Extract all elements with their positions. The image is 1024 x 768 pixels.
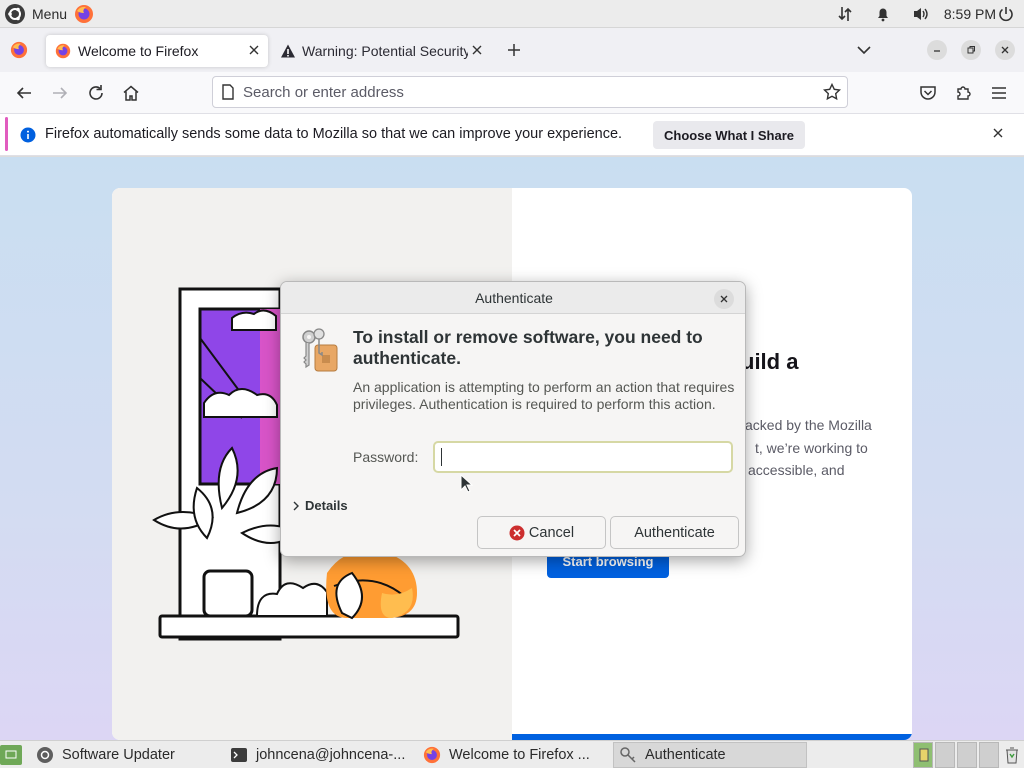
details-expander[interactable]: Details	[291, 498, 348, 513]
info-icon	[20, 127, 36, 143]
cancel-icon	[509, 525, 525, 540]
dialog-header: Authenticate	[281, 282, 745, 314]
taskbar-item-software-updater[interactable]: Software Updater	[36, 742, 222, 768]
workspace-2[interactable]	[935, 742, 955, 768]
volume-icon[interactable]	[910, 6, 932, 22]
back-button[interactable]	[12, 81, 36, 105]
taskbar-item-firefox[interactable]: Welcome to Firefox ...	[423, 742, 609, 768]
close-tab-icon[interactable]	[248, 44, 260, 56]
minimize-icon[interactable]	[927, 40, 947, 60]
authenticate-dialog: Authenticate To install or remove softwa…	[280, 281, 746, 557]
welcome-body-line: accessible, and	[748, 462, 845, 478]
taskbar-item-terminal[interactable]: johncena@johncena-...	[230, 742, 416, 768]
show-desktop-icon[interactable]	[0, 745, 22, 765]
clock[interactable]: 8:59 PM	[944, 6, 996, 22]
firefox-view-icon[interactable]	[10, 41, 28, 59]
list-all-tabs-chevron-icon[interactable]	[856, 43, 872, 57]
taskbar-item-authenticate[interactable]: Authenticate	[613, 742, 807, 768]
taskbar-label: johncena@johncena-...	[256, 747, 406, 763]
cancel-button[interactable]: Cancel	[477, 516, 606, 549]
navigation-bar	[0, 72, 1024, 114]
close-window-icon[interactable]	[995, 40, 1015, 60]
firefox-icon	[423, 746, 441, 764]
dialog-description: An application is attempting to perform …	[353, 379, 735, 412]
keys-icon	[620, 747, 636, 763]
workspace-window-icon	[919, 748, 929, 762]
page-icon	[221, 84, 235, 100]
taskbar-label: Software Updater	[62, 747, 175, 763]
extensions-puzzle-icon	[957, 86, 971, 100]
welcome-body-line: t, we’re working to	[755, 439, 868, 456]
authenticate-label: Authenticate	[634, 524, 715, 541]
welcome-body-text: acked by the Mozilla t, we’re working to…	[745, 414, 885, 482]
welcome-body-line: acked by the Mozilla	[745, 417, 872, 433]
dialog-heading: To install or remove software, you need …	[353, 327, 703, 368]
ubuntu-menu-icon	[4, 3, 26, 25]
taskbar: Software Updater johncena@johncena-... W…	[0, 740, 1024, 768]
tab-title: Warning: Potential Security Risk Ahead	[302, 43, 468, 59]
extensions-button[interactable]	[952, 81, 976, 105]
mouse-cursor-icon	[460, 474, 474, 493]
keys-lock-icon	[297, 327, 341, 375]
choose-what-i-share-button[interactable]: Choose What I Share	[653, 121, 806, 149]
chevron-right-icon	[293, 501, 299, 510]
restore-icon[interactable]	[961, 40, 981, 60]
forward-button[interactable]	[48, 81, 72, 105]
authenticate-button[interactable]: Authenticate	[610, 516, 739, 549]
pocket-icon	[920, 86, 936, 100]
hamburger-menu-icon	[992, 87, 1006, 99]
url-bar[interactable]	[212, 76, 848, 108]
text-caret	[441, 448, 442, 466]
url-input[interactable]	[243, 83, 803, 101]
reload-icon	[89, 85, 103, 100]
taskbar-label: Authenticate	[645, 747, 726, 763]
firefox-icon	[55, 43, 71, 59]
software-updater-icon	[37, 747, 53, 763]
password-label: Password:	[353, 449, 419, 465]
back-arrow-icon	[16, 87, 31, 99]
password-field[interactable]	[433, 441, 733, 473]
taskbar-label: Welcome to Firefox ...	[449, 747, 590, 763]
data-collection-notification: Firefox automatically sends some data to…	[0, 114, 1024, 156]
workspace-1[interactable]	[913, 742, 933, 768]
reload-button[interactable]	[84, 81, 108, 105]
network-icon[interactable]	[834, 6, 856, 22]
home-button[interactable]	[119, 81, 143, 105]
menu-button[interactable]: Menu	[0, 0, 67, 28]
tab-security-warning[interactable]: Warning: Potential Security Risk Ahead	[272, 35, 488, 67]
trash-icon[interactable]	[1004, 746, 1020, 764]
firefox-launcher-icon[interactable]	[74, 4, 94, 24]
tab-welcome[interactable]: Welcome to Firefox	[46, 35, 268, 67]
dialog-title: Authenticate	[475, 290, 553, 306]
new-tab-plus-icon[interactable]	[506, 42, 522, 58]
notification-bell-icon[interactable]	[872, 6, 894, 22]
close-icon	[720, 295, 728, 303]
forward-arrow-icon	[53, 87, 68, 99]
top-panel: Menu 8:59 PM	[0, 0, 1024, 28]
dialog-close-button[interactable]	[714, 289, 734, 309]
workspace-4[interactable]	[979, 742, 999, 768]
workspace-3[interactable]	[957, 742, 977, 768]
terminal-icon	[231, 748, 247, 762]
bookmark-star-icon[interactable]	[823, 83, 841, 101]
menu-label: Menu	[32, 5, 68, 22]
details-label: Details	[305, 498, 348, 513]
close-notification-icon[interactable]	[992, 127, 1004, 139]
power-icon[interactable]	[996, 6, 1016, 22]
warning-icon	[280, 43, 296, 59]
close-tab-icon[interactable]	[471, 44, 483, 56]
pocket-button[interactable]	[916, 81, 940, 105]
notification-accent	[5, 117, 8, 151]
app-menu-button[interactable]	[987, 81, 1011, 105]
tab-title: Welcome to Firefox	[78, 43, 199, 59]
welcome-heading: uild a	[741, 349, 799, 374]
notification-message: Firefox automatically sends some data to…	[45, 126, 623, 142]
home-icon	[123, 85, 139, 101]
cancel-label: Cancel	[528, 524, 575, 541]
